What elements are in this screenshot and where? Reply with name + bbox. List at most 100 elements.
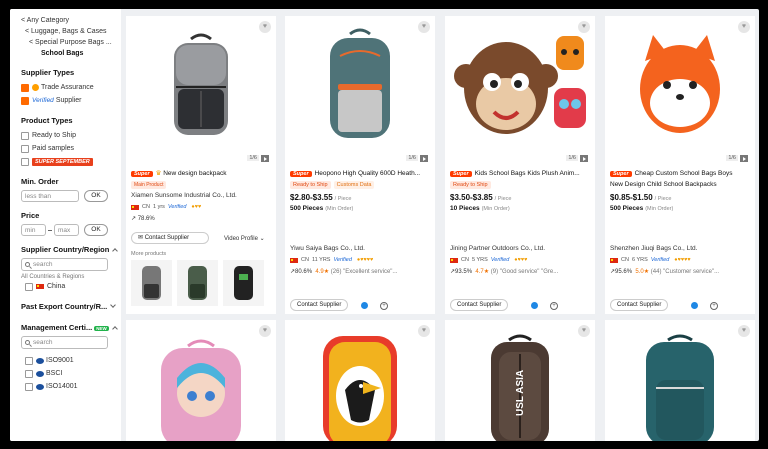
price-max-input[interactable]: max [54, 224, 79, 236]
price-min-input[interactable]: min [21, 224, 46, 236]
checkbox[interactable] [21, 131, 29, 140]
backpack-image [646, 334, 714, 441]
product-card[interactable]: ♥ 1/6 Super Cheap Custom School Bags Boys… [605, 16, 755, 314]
backpack-image [174, 33, 228, 135]
contact-supplier-button[interactable]: Contact Supplier [610, 299, 669, 311]
plus-icon[interactable]: + [550, 302, 558, 310]
contact-supplier-button[interactable]: ✉ Contact Supplier [131, 232, 209, 244]
rating-value: 5.0 [635, 269, 644, 275]
price-unit: / Piece [654, 196, 672, 202]
review-snippet: "Good service" "Gre... [499, 269, 559, 275]
brand-print: USL ASIA [515, 369, 526, 416]
checkbox[interactable] [25, 382, 33, 391]
plus-icon[interactable]: + [710, 302, 718, 310]
checkbox[interactable] [21, 144, 29, 153]
play-icon[interactable] [261, 155, 269, 162]
certs-search-input[interactable]: search [21, 336, 108, 349]
supplier-name[interactable]: Xiamen Sunsome Industrial Co., Ltd. [131, 192, 237, 199]
filter-super-september[interactable]: SUPER SEPTEMBER [21, 155, 121, 168]
favorite-heart-icon[interactable]: ♥ [259, 21, 271, 33]
filter-bsci[interactable]: BSCI [21, 367, 121, 380]
favorite-heart-icon[interactable]: ♥ [738, 21, 750, 33]
checkbox[interactable] [25, 356, 33, 365]
checkbox[interactable] [21, 83, 29, 92]
product-card[interactable]: ♥ [605, 320, 755, 441]
checkbox[interactable] [21, 157, 29, 166]
supplier-name[interactable]: Jining Partner Outdoors Co., Ltd. [450, 245, 545, 252]
supplier-name[interactable]: Shenzhen Jiuqi Bags Co., Ltd. [610, 245, 697, 252]
favorite-heart-icon[interactable]: ♥ [578, 21, 590, 33]
filter-paid-samples[interactable]: Paid samples [21, 142, 121, 155]
product-title[interactable]: Super Cheap Custom School Bags Boys [610, 169, 750, 179]
filter-china[interactable]: China [21, 280, 121, 293]
filter-trade-assurance[interactable]: Trade Assurance [21, 81, 121, 94]
review-count: (26) [330, 269, 342, 275]
favorite-heart-icon[interactable]: ♥ [738, 325, 750, 337]
product-image[interactable] [285, 16, 435, 156]
product-card[interactable]: ♥ 1/6 Super ♛ New design backpack Main Pr… [126, 16, 276, 314]
video-profile-label: Video Profile [224, 236, 258, 242]
filter-iso9001[interactable]: ISO9001 [21, 354, 121, 367]
country-code: CN [621, 257, 629, 263]
years-label: 11 YRS [312, 257, 331, 263]
play-icon[interactable] [740, 155, 748, 162]
star-icon: ★ [323, 269, 330, 275]
checkbox[interactable] [25, 369, 33, 378]
breadcrumb-special-purpose[interactable]: < Special Purpose Bags ... [21, 37, 121, 48]
checkbox[interactable] [21, 96, 29, 105]
image-count: 1/6 [726, 155, 738, 161]
play-icon[interactable] [580, 155, 588, 162]
price-row: $3.50-$3.85 / Piece [450, 193, 511, 202]
more-product-thumb[interactable] [131, 260, 172, 306]
country-search-input[interactable]: search [21, 258, 108, 271]
plus-icon[interactable]: + [380, 302, 388, 310]
product-image[interactable] [605, 16, 755, 156]
filter-verified-supplier[interactable]: Verified Supplier [21, 94, 121, 107]
filter-iso14001[interactable]: ISO14001 [21, 380, 121, 393]
chat-icon[interactable] [531, 302, 538, 309]
product-card[interactable]: ♥ [285, 320, 435, 441]
contact-supplier-button[interactable]: Contact Supplier [290, 299, 349, 311]
more-product-thumb[interactable] [177, 260, 218, 306]
supplier-name[interactable]: Yiwu Saiya Bags Co., Ltd. [290, 245, 365, 252]
country-title[interactable]: Supplier Country/Region [21, 245, 121, 254]
video-profile-link[interactable]: Video Profile ⌄ [224, 235, 265, 242]
export-title[interactable]: Past Export Country/R... [21, 302, 121, 311]
product-card[interactable]: ♥ USL ASIA [445, 320, 595, 441]
breadcrumb-luggage[interactable]: < Luggage, Bags & Cases [21, 26, 121, 37]
product-image[interactable] [126, 16, 276, 156]
filter-ready-to-ship[interactable]: Ready to Ship [21, 129, 121, 142]
image-count: 1/6 [566, 155, 578, 161]
play-icon[interactable] [420, 155, 428, 162]
product-title[interactable]: Super ♛ New design backpack [131, 169, 271, 179]
certs-title[interactable]: Management Certi... NEW [21, 323, 121, 332]
favorite-heart-icon[interactable]: ♥ [259, 325, 271, 337]
chat-icon[interactable] [361, 302, 368, 309]
breadcrumb-any-category[interactable]: < Any Category [21, 15, 121, 26]
button-label: Contact Supplier [457, 302, 502, 308]
medal-icons: ●♥♥♥♥ [674, 257, 691, 263]
min-order-input[interactable]: less than [21, 190, 79, 202]
range-dash [48, 229, 52, 231]
checkbox[interactable] [25, 282, 33, 291]
favorite-heart-icon[interactable]: ♥ [418, 325, 430, 337]
min-order-ok-button[interactable]: OK [84, 190, 108, 202]
product-title-line2[interactable]: New Design Child School Backpacks [610, 180, 750, 189]
more-product-thumb[interactable] [223, 260, 264, 306]
product-card[interactable]: ♥ 1/6 Super Kids School Bags Kids Plush A… [445, 16, 595, 314]
chat-icon[interactable] [691, 302, 698, 309]
review-count: (44) [650, 269, 662, 275]
favorite-heart-icon[interactable]: ♥ [578, 325, 590, 337]
product-title-text: Kids School Bags Kids Plush Anim... [474, 170, 580, 177]
product-image[interactable] [445, 16, 595, 156]
price-ok-button[interactable]: OK [84, 224, 108, 236]
contact-supplier-button[interactable]: Contact Supplier [450, 299, 509, 311]
product-title[interactable]: Super Heopono High Quality 600D Heath... [290, 169, 430, 179]
product-title[interactable]: Super Kids School Bags Kids Plush Anim... [450, 169, 590, 179]
product-card[interactable]: ♥ 1/6 Super Heopono High Quality 600D Hea… [285, 16, 435, 314]
favorite-heart-icon[interactable]: ♥ [418, 21, 430, 33]
product-card[interactable]: ♥ [126, 320, 276, 441]
years-label: 5 YRS [472, 257, 488, 263]
customs-data-tag: Customs Data [333, 181, 375, 189]
search-icon [25, 262, 30, 267]
